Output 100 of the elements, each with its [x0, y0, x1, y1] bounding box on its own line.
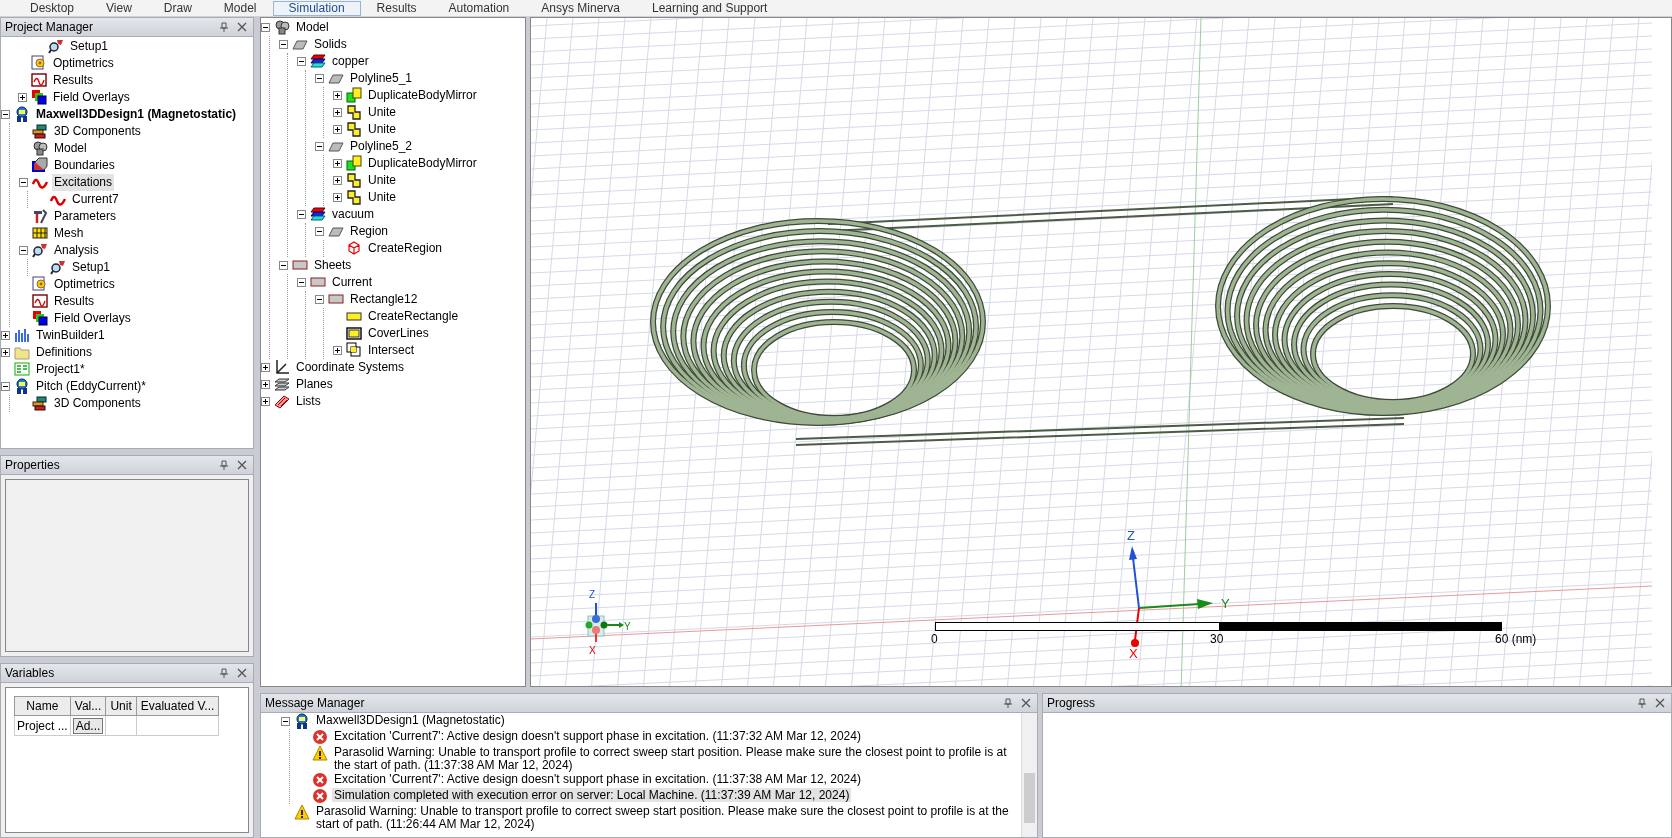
close-icon[interactable]: [237, 22, 247, 32]
tree-item[interactable]: Intersect: [366, 342, 417, 359]
message-text[interactable]: Excitation 'Current7': Active design doesn't support phase in excitation. (11:37:32 AM Mar 12, 2024): [332, 729, 863, 743]
expand-toggle[interactable]: [315, 227, 324, 236]
tree-item[interactable]: Excitations: [52, 174, 115, 191]
column-header[interactable]: Unit: [105, 696, 137, 716]
expand-toggle[interactable]: [19, 178, 28, 187]
expand-toggle[interactable]: [315, 295, 324, 304]
close-icon[interactable]: [237, 460, 247, 470]
tree-item[interactable]: Boundaries: [52, 157, 117, 174]
message-text[interactable]: Parasolid Warning: Unable to transport profile to correct sweep start position. Please make sure the closest point to profile is at the start of path. (11:37:38 AM Mar 12, 2024): [332, 745, 1021, 772]
expand-toggle[interactable]: [315, 74, 324, 83]
tree-item[interactable]: Coordinate Systems: [294, 359, 407, 376]
expand-toggle[interactable]: [333, 176, 342, 185]
tree-item[interactable]: CoverLines: [366, 325, 431, 342]
pin-icon[interactable]: [219, 460, 229, 470]
tree-item[interactable]: TwinBuilder1: [34, 327, 107, 344]
expand-toggle[interactable]: [261, 363, 270, 372]
tree-item[interactable]: Unite: [366, 104, 398, 121]
tree-item[interactable]: Field Overlays: [52, 310, 133, 327]
expand-toggle[interactable]: [333, 108, 342, 117]
tree-item[interactable]: Model: [294, 19, 331, 36]
close-icon[interactable]: [237, 668, 247, 678]
close-icon[interactable]: [1655, 698, 1665, 708]
column-header[interactable]: Name: [14, 696, 71, 716]
message-text[interactable]: Parasolid Warning: Unable to transport profile to correct sweep start position. Please make sure the closest point to profile is at the start of path. (11:26:44 AM Mar 12, 2024): [314, 804, 1021, 831]
pin-icon[interactable]: [1003, 698, 1013, 708]
tree-item[interactable]: Results: [52, 293, 96, 310]
ribbon-tab[interactable]: Desktop: [14, 0, 91, 16]
tree-item[interactable]: Setup1: [70, 259, 113, 276]
tree-item[interactable]: Model: [52, 140, 89, 157]
tree-item[interactable]: vacuum: [330, 206, 377, 223]
scrollbar[interactable]: [1021, 713, 1037, 837]
tree-item[interactable]: Polyline5_2: [348, 138, 415, 155]
tree-item[interactable]: Project1*: [34, 361, 87, 378]
ribbon-tab[interactable]: Draw: [147, 0, 208, 16]
tree-item[interactable]: DuplicateBodyMirror: [366, 87, 479, 104]
expand-toggle[interactable]: [279, 40, 288, 49]
tree-item[interactable]: Unite: [366, 121, 398, 138]
expand-toggle[interactable]: [333, 346, 342, 355]
tree-item[interactable]: Planes: [294, 376, 335, 393]
tree-item[interactable]: Field Overlays: [51, 89, 132, 106]
tree-item[interactable]: Sheets: [312, 257, 354, 274]
tree-item[interactable]: Unite: [366, 189, 398, 206]
message-text[interactable]: Maxwell3DDesign1 (Magnetostatic): [314, 713, 507, 727]
column-header[interactable]: Val...: [70, 696, 106, 716]
tree-item[interactable]: Lists: [294, 393, 323, 410]
value-button[interactable]: Ad...: [72, 717, 104, 734]
ribbon-tab[interactable]: Simulation: [272, 0, 361, 16]
tree-item[interactable]: Maxwell3DDesign1 (Magnetostatic): [34, 106, 239, 123]
expand-toggle[interactable]: [279, 261, 288, 270]
tree-item[interactable]: 3D Components: [52, 123, 143, 140]
tree-item[interactable]: Parameters: [52, 208, 119, 225]
expand-toggle[interactable]: [261, 380, 270, 389]
expand-toggle[interactable]: [1, 382, 10, 391]
tree-item[interactable]: DuplicateBodyMirror: [366, 155, 479, 172]
tree-item[interactable]: Pitch (EddyCurrent)*: [34, 378, 149, 395]
expand-toggle[interactable]: [333, 159, 342, 168]
ribbon-tab[interactable]: Results: [360, 0, 433, 16]
expand-toggle[interactable]: [261, 397, 270, 406]
tree-item[interactable]: Setup1: [68, 38, 111, 55]
tree-item[interactable]: Current: [330, 274, 374, 291]
tree-item[interactable]: Solids: [312, 36, 349, 53]
tree-item[interactable]: copper: [330, 53, 371, 70]
message-text[interactable]: Simulation completed with execution error on server: Local Machine. (11:37:39 AM Mar 12, 2024): [332, 788, 852, 802]
expand-toggle[interactable]: [1, 348, 10, 357]
tree-item[interactable]: Rectangle12: [348, 291, 420, 308]
tree-item[interactable]: Analysis: [52, 242, 101, 259]
tree-item[interactable]: CreateRectangle: [366, 308, 461, 325]
ribbon-tab[interactable]: Ansys Minerva: [525, 0, 636, 16]
message-text[interactable]: Excitation 'Current7': Active design doesn't support phase in excitation. (11:37:38 AM Mar 12, 2024): [332, 772, 863, 786]
tree-item[interactable]: Unite: [366, 172, 398, 189]
tree-item[interactable]: CreateRegion: [366, 240, 445, 257]
ribbon-tab[interactable]: Automation: [432, 0, 526, 16]
expand-toggle[interactable]: [281, 717, 290, 726]
tree-item[interactable]: Optimetrics: [52, 276, 117, 293]
expand-toggle[interactable]: [297, 210, 306, 219]
tree-item[interactable]: Mesh: [52, 225, 86, 242]
tree-item[interactable]: 3D Components: [52, 395, 143, 412]
expand-toggle[interactable]: [315, 142, 324, 151]
pin-icon[interactable]: [1637, 698, 1647, 708]
tree-item[interactable]: Current7: [70, 191, 121, 208]
expand-toggle[interactable]: [1, 331, 10, 340]
expand-toggle[interactable]: [297, 57, 306, 66]
column-header[interactable]: Evaluated V...: [136, 696, 219, 716]
expand-toggle[interactable]: [297, 278, 306, 287]
tree-item[interactable]: Definitions: [34, 344, 95, 361]
expand-toggle[interactable]: [333, 125, 342, 134]
close-icon[interactable]: [1021, 698, 1031, 708]
expand-toggle[interactable]: [261, 23, 270, 32]
expand-toggle[interactable]: [333, 193, 342, 202]
3d-viewport[interactable]: Z Y X Z Y X 0 30 60 (nm): [530, 17, 1672, 687]
expand-toggle[interactable]: [19, 246, 28, 255]
tree-item[interactable]: Polyline5_1: [348, 70, 415, 87]
expand-toggle[interactable]: [333, 91, 342, 100]
expand-toggle[interactable]: [1, 110, 10, 119]
pin-icon[interactable]: [219, 668, 229, 678]
ribbon-tab[interactable]: View: [90, 0, 148, 16]
tree-item[interactable]: Optimetrics: [51, 55, 116, 72]
ribbon-tab[interactable]: Model: [207, 0, 273, 16]
